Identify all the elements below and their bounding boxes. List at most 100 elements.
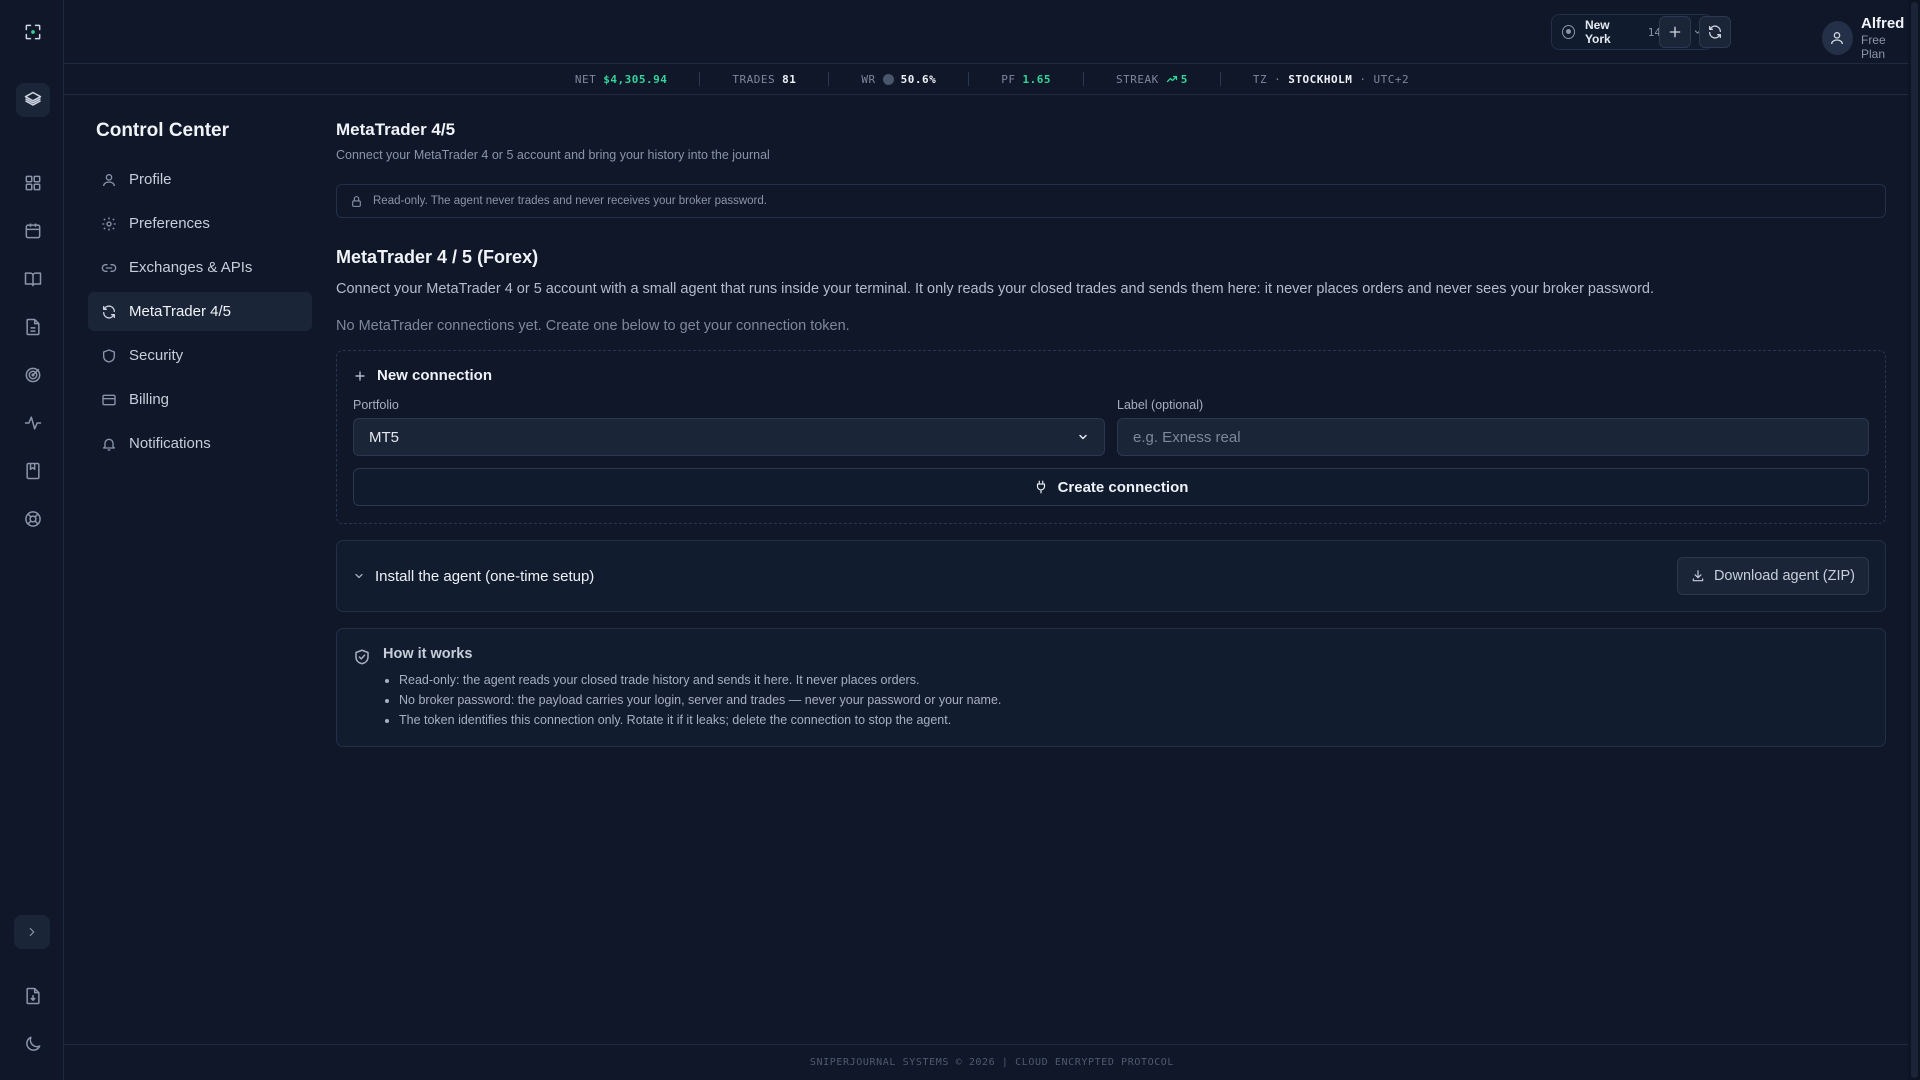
brand-logo-icon[interactable]	[16, 15, 50, 49]
nav-item-security[interactable]: Security	[88, 336, 312, 375]
stat-label: STREAK	[1116, 72, 1159, 86]
plug-icon	[1036, 480, 1045, 494]
nav-item-preferences[interactable]: Preferences	[88, 204, 312, 243]
link-icon	[101, 263, 117, 272]
user-icon	[1831, 32, 1844, 45]
nav-item-label: Security	[129, 347, 184, 364]
nav-item-metatrader[interactable]: MetaTrader 4/5	[88, 292, 312, 331]
how-it-works-title: How it works	[383, 646, 473, 662]
refresh-icon	[1709, 25, 1721, 39]
stat-timezone: TZ · STOCKHOLM · UTC+2	[1221, 72, 1441, 86]
how-it-works-card: How it works Read-only: the agent reads …	[336, 628, 1886, 747]
nav-item-notifications[interactable]: Notifications	[88, 424, 312, 463]
shield-check-icon	[355, 649, 369, 665]
notice-text: Read-only. The agent never trades and ne…	[373, 195, 767, 207]
user-menu[interactable]: Alfred Free Plan	[1822, 15, 1920, 61]
new-connection-card: New connection Portfolio MT5 Label (opti…	[336, 350, 1886, 524]
page-subtitle: Connect your MetaTrader 4 or 5 account a…	[336, 148, 770, 162]
plus-icon	[1669, 26, 1681, 38]
new-connection-heading: New connection	[377, 367, 493, 384]
winrate-indicator-icon	[882, 73, 894, 85]
settings-nav: Control Center Profile Preferences Excha…	[88, 120, 312, 468]
portfolio-select[interactable]: MT5	[353, 418, 1105, 456]
session-city: New York	[1584, 18, 1611, 46]
avatar	[1822, 21, 1853, 55]
empty-state: No MetaTrader connections yet. Create on…	[336, 318, 850, 334]
nav-item-exchanges[interactable]: Exchanges & APIs	[88, 248, 312, 287]
create-connection-button[interactable]: Create connection	[353, 468, 1869, 506]
user-name: Alfred	[1860, 15, 1905, 32]
nav-item-profile[interactable]: Profile	[88, 160, 312, 199]
stat-label: WR	[861, 72, 876, 86]
main-content: MetaTrader 4/5 Connect your MetaTrader 4…	[336, 120, 1886, 747]
nav-title: Control Center	[96, 120, 229, 141]
stat-separator: ·	[1274, 72, 1282, 86]
stat-value: STOCKHOLM	[1288, 72, 1353, 86]
download-agent-button[interactable]: Download agent (ZIP)	[1676, 557, 1869, 595]
connection-label-input[interactable]: e.g. Exness real	[1117, 418, 1869, 456]
help-icon[interactable]	[16, 502, 50, 536]
target-icon[interactable]	[16, 358, 50, 392]
nav-item-billing[interactable]: Billing	[88, 380, 312, 419]
layers-icon[interactable]	[16, 83, 50, 117]
stats-strip: NET $4,305.94 TRADES 81 WR 50.6% PF 1.65…	[64, 64, 1920, 95]
nav-item-label: Preferences	[129, 215, 210, 232]
nav-item-label: Notifications	[129, 435, 211, 452]
dashboard-icon[interactable]	[16, 166, 50, 200]
stat-label: PF	[1001, 72, 1016, 86]
stat-label: NET	[574, 72, 597, 86]
download-icon	[1692, 570, 1704, 582]
stat-value: 81	[782, 72, 797, 86]
chevron-down-icon	[1079, 434, 1087, 440]
list-item: Read-only: the agent reads your closed t…	[399, 670, 1001, 690]
install-agent-section[interactable]: Install the agent (one-time setup) Downl…	[336, 540, 1886, 612]
read-only-notice: Read-only. The agent never trades and ne…	[336, 184, 1886, 218]
book-icon[interactable]	[16, 262, 50, 296]
connection-label-placeholder: e.g. Exness real	[1133, 428, 1241, 446]
activity-icon[interactable]	[16, 406, 50, 440]
credit-card-icon	[102, 394, 116, 405]
list-item: No broker password: the payload carries …	[399, 690, 1001, 710]
portfolio-value: MT5	[369, 428, 399, 446]
download-agent-label: Download agent (ZIP)	[1713, 568, 1855, 584]
portfolio-label: Portfolio	[353, 398, 399, 412]
shield-icon	[103, 348, 115, 363]
chevron-down-icon	[355, 573, 363, 579]
icon-rail	[0, 0, 64, 1080]
stat-winrate: WR 50.6%	[829, 72, 970, 86]
stat-value: 1.65	[1022, 72, 1051, 86]
install-heading: Install the agent (one-time setup)	[375, 567, 595, 585]
session-radio-icon	[1562, 25, 1575, 39]
plus-icon	[355, 370, 365, 381]
scrollbar[interactable]	[1908, 0, 1920, 1080]
stat-value: 50.6%	[900, 72, 937, 86]
stat-trades: TRADES 81	[700, 72, 830, 86]
nav-item-label: Exchanges & APIs	[129, 259, 253, 276]
stat-offset: UTC+2	[1373, 72, 1410, 86]
stat-label: TZ	[1252, 72, 1268, 86]
footer: SNIPERJOURNAL SYSTEMS © 2026 | CLOUD ENC…	[64, 1044, 1920, 1080]
stat-label: TRADES	[732, 72, 776, 86]
bell-icon	[103, 438, 115, 451]
expand-icon[interactable]	[14, 915, 50, 949]
stat-value: $4,305.94	[603, 72, 668, 86]
stat-streak: STREAK 5	[1084, 72, 1221, 86]
add-button[interactable]	[1659, 16, 1691, 48]
bookmark-icon[interactable]	[16, 454, 50, 488]
calendar-icon[interactable]	[16, 214, 50, 248]
stat-separator: ·	[1359, 72, 1367, 86]
scrollbar-thumb[interactable]	[1911, 2, 1918, 1078]
stat-net: NET $4,305.94	[543, 72, 701, 86]
stat-value: 5	[1180, 72, 1188, 86]
gear-icon	[102, 216, 116, 231]
stat-profit-factor: PF 1.65	[969, 72, 1084, 86]
moon-icon[interactable]	[16, 1027, 50, 1061]
section-title: MetaTrader 4 / 5 (Forex)	[336, 247, 539, 267]
trend-up-icon	[1166, 75, 1177, 83]
section-description: Connect your MetaTrader 4 or 5 account w…	[336, 281, 1655, 297]
download-file-icon[interactable]	[16, 979, 50, 1013]
document-icon[interactable]	[16, 310, 50, 344]
lock-icon	[352, 195, 361, 207]
refresh-button[interactable]	[1699, 16, 1731, 48]
how-it-works-list: Read-only: the agent reads your closed t…	[383, 670, 1001, 730]
